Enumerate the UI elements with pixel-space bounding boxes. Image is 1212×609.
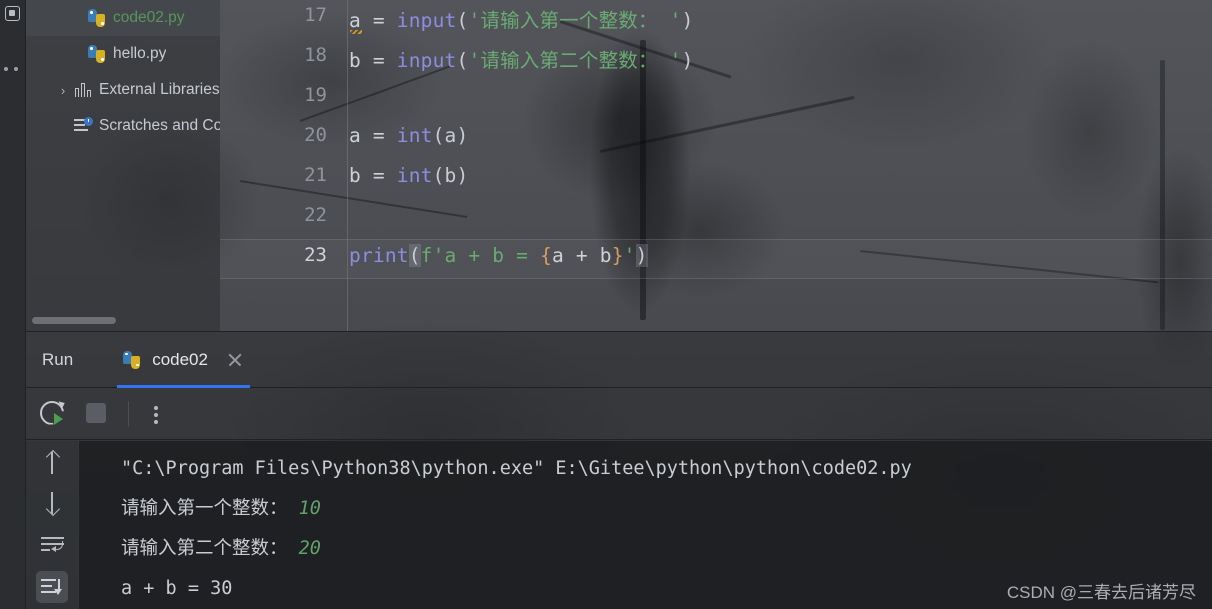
code-token-function: int bbox=[396, 124, 433, 147]
code-token-operator: = bbox=[360, 124, 397, 147]
project-tree-panel[interactable]: code02.py hello.py › External Libraries … bbox=[26, 0, 220, 331]
code-token-args: (b) bbox=[432, 164, 469, 187]
code-token-function: input bbox=[396, 9, 457, 32]
code-token-paren: ) bbox=[681, 9, 694, 32]
scroll-to-end-button[interactable] bbox=[36, 571, 68, 603]
code-line-20[interactable]: a = int(a) bbox=[349, 124, 468, 147]
code-token-fstring: f'a + b = bbox=[420, 244, 541, 267]
more-options-button[interactable] bbox=[143, 397, 169, 431]
editor-horizontal-scrollbar[interactable] bbox=[220, 323, 1212, 331]
stop-button[interactable] bbox=[80, 397, 114, 431]
project-icon[interactable] bbox=[5, 6, 20, 21]
code-token-expression: a + b bbox=[552, 244, 612, 267]
line-number: 17 bbox=[304, 4, 327, 26]
tree-item-label: Scratches and Consoles bbox=[99, 117, 220, 134]
code-token-variable: a bbox=[349, 124, 361, 147]
code-line-23[interactable]: print(f'a + b = {a + b}') bbox=[349, 244, 648, 267]
soft-wrap-icon bbox=[41, 537, 65, 554]
code-token-function: print bbox=[349, 244, 409, 267]
csdn-watermark: CSDN @三春去后诸芳尽 bbox=[1006, 583, 1196, 602]
python-file-icon bbox=[121, 350, 143, 370]
close-icon[interactable] bbox=[226, 351, 244, 369]
stop-icon bbox=[86, 402, 106, 423]
code-line-21[interactable]: b = int(b) bbox=[349, 164, 468, 187]
python-file-icon bbox=[86, 44, 108, 64]
tab-code02[interactable]: code02 bbox=[117, 332, 250, 388]
code-token-paren: ( bbox=[456, 9, 469, 32]
left-tool-strip[interactable] bbox=[0, 0, 26, 609]
tree-item-label: External Libraries bbox=[99, 81, 220, 98]
code-token-string: '请输入第二个整数： ' bbox=[468, 49, 682, 72]
soft-wrap-button[interactable] bbox=[36, 529, 68, 561]
ide-window: code02.py hello.py › External Libraries … bbox=[0, 0, 1212, 609]
code-token-brace: } bbox=[611, 244, 624, 267]
code-line-17[interactable]: a = input('请输入第一个整数： ') bbox=[349, 4, 694, 33]
python-file-icon bbox=[86, 8, 108, 28]
code-token-args: (a) bbox=[432, 124, 469, 147]
code-token-function: input bbox=[396, 49, 457, 72]
code-token-paren-matched: ) bbox=[635, 244, 648, 267]
code-token-string: '请输入第一个整数： ' bbox=[468, 9, 682, 32]
tree-item-label: code02.py bbox=[113, 9, 185, 26]
arrow-down-icon bbox=[48, 492, 56, 514]
code-token-paren: ( bbox=[456, 49, 469, 72]
code-token-paren-matched: ( bbox=[408, 244, 421, 267]
project-horizontal-scrollbar[interactable] bbox=[32, 317, 116, 324]
scroll-down-button[interactable] bbox=[36, 487, 68, 519]
code-token-variable: b bbox=[349, 164, 361, 187]
console-prompt-text: 请输入第一个整数： bbox=[121, 498, 299, 519]
run-tool-window: Run code02 "C:\Program Files\Python38\py… bbox=[26, 332, 1212, 609]
line-number: 20 bbox=[304, 124, 327, 146]
line-number: 21 bbox=[304, 164, 327, 186]
tree-item-label: hello.py bbox=[113, 45, 167, 62]
console-user-input: 20 bbox=[298, 538, 321, 559]
tree-item-scratches[interactable]: Scratches and Consoles bbox=[26, 108, 220, 144]
tree-item-hello[interactable]: hello.py bbox=[26, 36, 220, 72]
line-number: 22 bbox=[304, 204, 327, 226]
editor-console-splitter[interactable] bbox=[26, 331, 1212, 332]
code-editor[interactable]: 17 18 19 20 21 22 23 a = input('请输入第一个整数… bbox=[220, 0, 1212, 331]
arrow-up-icon bbox=[48, 452, 56, 474]
editor-gutter[interactable]: 17 18 19 20 21 22 23 bbox=[220, 0, 348, 331]
rerun-button[interactable] bbox=[36, 397, 70, 431]
run-tab-bar: Run code02 bbox=[26, 332, 1212, 388]
console-prompt-text: 请输入第二个整数： bbox=[121, 538, 299, 559]
scroll-to-end-icon bbox=[41, 579, 65, 596]
tree-item-external-libraries[interactable]: › External Libraries bbox=[26, 72, 220, 108]
code-token-paren: ) bbox=[681, 49, 694, 72]
code-token-brace: { bbox=[540, 244, 553, 267]
console-user-input: 10 bbox=[298, 498, 321, 519]
console-line-prompt2: 请输入第二个整数： 20 bbox=[79, 529, 1212, 569]
code-token-operator: = bbox=[360, 164, 397, 187]
line-number: 18 bbox=[304, 44, 327, 66]
library-icon bbox=[72, 80, 94, 100]
code-token-operator: = bbox=[360, 9, 397, 32]
line-number-current: 23 bbox=[304, 244, 327, 266]
tree-item-code02[interactable]: code02.py bbox=[26, 0, 220, 36]
run-toolbar bbox=[26, 388, 1212, 440]
scratches-icon bbox=[72, 116, 94, 136]
tab-label: code02 bbox=[152, 349, 208, 369]
code-token-variable: b bbox=[349, 49, 361, 72]
code-token-fstring: ' bbox=[623, 244, 636, 267]
code-token-function: int bbox=[396, 164, 433, 187]
more-dots-icon[interactable] bbox=[4, 66, 22, 72]
code-token-variable: a bbox=[349, 9, 361, 32]
warning-squiggle-icon bbox=[350, 30, 362, 34]
scroll-up-button[interactable] bbox=[36, 447, 68, 479]
line-number: 19 bbox=[304, 84, 327, 106]
rerun-icon bbox=[40, 398, 67, 425]
chevron-right-icon[interactable]: › bbox=[54, 83, 72, 98]
console-gutter bbox=[26, 441, 78, 609]
console-line-command: "C:\Program Files\Python38\python.exe" E… bbox=[121, 458, 912, 479]
code-line-18[interactable]: b = input('请输入第二个整数： ') bbox=[349, 44, 694, 73]
code-token-operator: = bbox=[360, 49, 397, 72]
console-line-prompt1: 请输入第一个整数： 10 bbox=[79, 489, 1212, 529]
run-window-title: Run bbox=[42, 349, 74, 369]
toolbar-separator bbox=[128, 400, 129, 427]
